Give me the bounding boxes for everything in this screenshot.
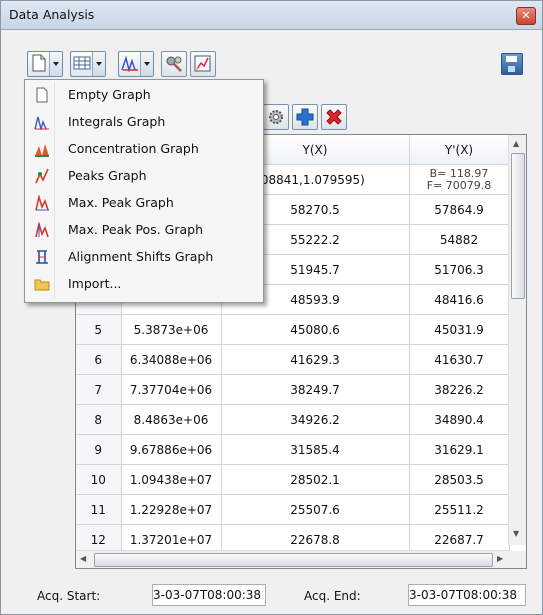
y-prime-value-cell[interactable]: 54882 <box>409 224 510 255</box>
table-row[interactable]: 6 6.34088e+06 41629.3 41630.7 <box>76 344 510 375</box>
settings-tool-button[interactable] <box>161 51 187 77</box>
table-row[interactable]: 10 1.09438e+07 28502.1 28503.5 <box>76 464 510 495</box>
x-value-cell[interactable]: 1.22928e+07 <box>121 494 222 525</box>
menu-item-integrals-graph[interactable]: Integrals Graph <box>27 109 261 135</box>
vertical-scrollbar[interactable]: ▲ ▼ <box>508 135 526 545</box>
y-value-cell[interactable]: 28502.1 <box>221 464 410 495</box>
max-peak-icon <box>35 195 49 211</box>
menu-item-max-peak-pos-graph[interactable]: Max. Peak Pos. Graph <box>27 217 261 243</box>
table-row[interactable]: 11 1.22928e+07 25507.6 25511.2 <box>76 494 510 525</box>
menu-item-concentration-graph[interactable]: Concentration Graph <box>27 136 261 162</box>
row-index-cell[interactable]: 7 <box>76 374 122 405</box>
table-row[interactable]: 9 9.67886e+06 31585.4 31629.1 <box>76 434 510 465</box>
vertical-scroll-thumb[interactable] <box>511 153 525 299</box>
data-analysis-window: Data Analysis ✕ Y(X) Y'(X) ral(1.308841,… <box>0 0 543 615</box>
scroll-left-icon[interactable]: ◀ <box>80 554 86 563</box>
x-value-cell[interactable]: 9.67886e+06 <box>121 434 222 465</box>
delete-row-button[interactable] <box>321 104 347 130</box>
table-row[interactable]: 8 8.4863e+06 34926.2 34890.4 <box>76 404 510 435</box>
empty-page-icon <box>36 87 48 103</box>
table-icon <box>73 56 91 70</box>
y-value-cell[interactable]: 25507.6 <box>221 494 410 525</box>
menu-item-empty-graph[interactable]: Empty Graph <box>27 82 261 108</box>
y-prime-value-cell[interactable]: 38226.2 <box>409 374 510 405</box>
y-value-cell[interactable]: 45080.6 <box>221 314 410 345</box>
x-value-cell[interactable]: 6.34088e+06 <box>121 344 222 375</box>
y-value-cell[interactable]: 34926.2 <box>221 404 410 435</box>
acq-end-label: Acq. End: <box>304 589 361 603</box>
y-prime-value-cell[interactable]: 51706.3 <box>409 254 510 285</box>
row-index-cell[interactable]: 10 <box>76 464 122 495</box>
acquisition-footer: Acq. Start: 3-03-07T08:00:38 Acq. End: 3… <box>1 567 542 614</box>
x-value-cell[interactable]: 1.09438e+07 <box>121 464 222 495</box>
horizontal-scrollbar[interactable]: ◀ ▶ <box>76 550 509 568</box>
scroll-up-icon[interactable]: ▲ <box>513 139 519 148</box>
new-graph-menu: Empty Graph Integrals Graph Concentratio… <box>24 79 264 303</box>
gear-tool-icon <box>166 56 182 72</box>
x-value-cell[interactable]: 8.4863e+06 <box>121 404 222 435</box>
row-index-cell[interactable]: 6 <box>76 344 122 375</box>
floppy-disk-icon[interactable] <box>501 53 523 75</box>
scroll-right-icon[interactable]: ▶ <box>497 554 503 563</box>
acq-end-field[interactable]: 3-03-07T08:00:38 <box>408 584 526 606</box>
acq-start-field[interactable]: 3-03-07T08:00:38 <box>152 584 266 606</box>
y-value-cell[interactable]: 31585.4 <box>221 434 410 465</box>
menu-item-peaks-graph[interactable]: Peaks Graph <box>27 163 261 189</box>
folder-icon <box>34 279 50 291</box>
y-prime-value-cell[interactable]: 48416.6 <box>409 284 510 315</box>
row-index-cell[interactable]: 11 <box>76 494 122 525</box>
table-row[interactable]: 5 5.3873e+06 45080.6 45031.9 <box>76 314 510 345</box>
horizontal-scroll-thumb[interactable] <box>94 553 493 567</box>
y-prime-value-cell[interactable]: 25511.2 <box>409 494 510 525</box>
chart-edit-icon <box>194 55 211 72</box>
menu-item-max-peak-graph[interactable]: Max. Peak Graph <box>27 190 261 216</box>
gear-icon <box>269 110 283 124</box>
x-value-cell[interactable]: 7.37704e+06 <box>121 374 222 405</box>
plus-icon <box>296 108 314 126</box>
dropdown-arrow-icon[interactable] <box>92 52 105 76</box>
row-index-cell[interactable]: 8 <box>76 404 122 435</box>
dropdown-arrow-icon[interactable] <box>140 52 153 76</box>
column-header-ypx[interactable]: Y'(X) <box>409 135 510 165</box>
concentration-icon <box>35 144 49 157</box>
close-icon[interactable]: ✕ <box>516 7 536 25</box>
peaks-icon <box>35 168 49 184</box>
dropdown-arrow-icon[interactable] <box>49 52 62 76</box>
table-settings-button[interactable] <box>263 104 289 130</box>
detail-cell-ypx: B= 118.97 F= 70079.8 <box>409 164 510 195</box>
table-row[interactable]: 7 7.37704e+06 38249.7 38226.2 <box>76 374 510 405</box>
y-prime-value-cell[interactable]: 41630.7 <box>409 344 510 375</box>
scroll-corner <box>509 551 526 568</box>
blank-page-icon <box>32 54 46 72</box>
y-prime-value-cell[interactable]: 28503.5 <box>409 464 510 495</box>
y-prime-value-cell[interactable]: 45031.9 <box>409 314 510 345</box>
table-view-dropdown-button[interactable] <box>70 51 106 77</box>
x-value-cell[interactable]: 5.3873e+06 <box>121 314 222 345</box>
acq-start-label: Acq. Start: <box>37 589 101 603</box>
scroll-down-icon[interactable]: ▼ <box>513 529 519 538</box>
y-prime-value-cell[interactable]: 31629.1 <box>409 434 510 465</box>
y-value-cell[interactable]: 41629.3 <box>221 344 410 375</box>
delete-x-icon <box>326 109 342 125</box>
max-peak-pos-icon <box>35 222 49 238</box>
y-prime-value-cell[interactable]: 57864.9 <box>409 194 510 225</box>
chart-edit-button[interactable] <box>190 51 216 77</box>
menu-item-import[interactable]: Import... <box>27 271 261 297</box>
title-bar: Data Analysis ✕ <box>1 1 542 30</box>
integrals-icon <box>34 116 49 130</box>
window-title: Data Analysis <box>9 7 95 22</box>
integrals-dropdown-button[interactable] <box>118 51 154 77</box>
new-graph-dropdown-button[interactable] <box>27 51 63 77</box>
y-value-cell[interactable]: 38249.7 <box>221 374 410 405</box>
row-index-cell[interactable]: 5 <box>76 314 122 345</box>
row-index-cell[interactable]: 9 <box>76 434 122 465</box>
add-row-button[interactable] <box>292 104 318 130</box>
peaks-chart-icon <box>121 55 138 72</box>
alignment-icon <box>36 250 48 264</box>
y-prime-value-cell[interactable]: 34890.4 <box>409 404 510 435</box>
menu-item-alignment-shifts-graph[interactable]: Alignment Shifts Graph <box>27 244 261 270</box>
